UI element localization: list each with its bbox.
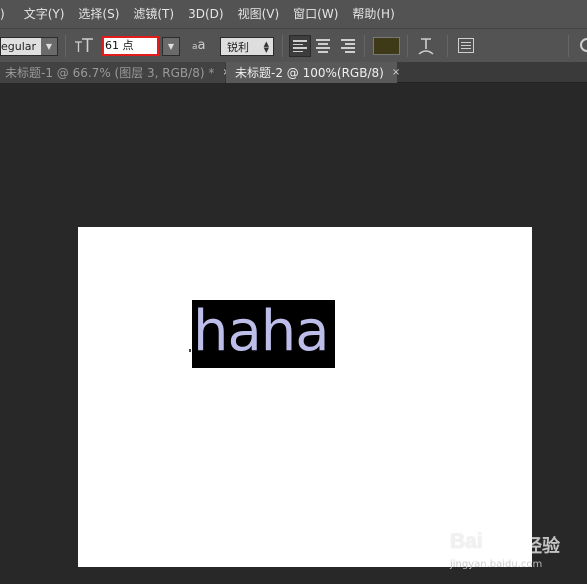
text-color-swatch[interactable] — [373, 37, 400, 55]
text-selection-highlight[interactable]: haha — [192, 299, 335, 368]
chevron-down-icon[interactable]: ▼ — [41, 38, 57, 55]
paw-logo-icon — [499, 533, 520, 552]
tab-document-2[interactable]: 未标题-2 @ 100%(RGB/8) × — [226, 62, 400, 83]
warp-text-icon[interactable] — [416, 35, 436, 57]
cancel-icon[interactable] — [580, 38, 587, 52]
document-tab-bar: 未标题-1 @ 66.7% (图层 3, RGB/8) * × 未标题-2 @ … — [0, 62, 587, 83]
antialias-value: 锐利 — [227, 40, 249, 54]
divider — [407, 35, 408, 57]
divider — [447, 35, 448, 57]
watermark-url: jingyan.baidu.com — [450, 559, 543, 570]
menu-item-view[interactable]: 视图(V) — [231, 0, 287, 28]
menu-item-window[interactable]: 窗口(W) — [286, 0, 345, 28]
text-layer-content[interactable]: haha — [192, 296, 335, 364]
font-style-dropdown[interactable]: egular ▼ — [0, 37, 58, 56]
text-insertion-point — [189, 349, 191, 352]
document-canvas[interactable] — [78, 227, 532, 567]
close-icon[interactable]: × — [392, 67, 400, 78]
antialias-dropdown[interactable]: 锐利 ▲ ▼ — [220, 37, 274, 56]
divider — [282, 35, 283, 57]
menu-item-filter[interactable]: 滤镜(T) — [126, 0, 181, 28]
menu-item-help[interactable]: 帮助(H) — [345, 0, 401, 28]
menu-item-3d[interactable]: 3D(D) — [181, 0, 230, 28]
align-center-button[interactable] — [312, 35, 334, 57]
align-left-button[interactable] — [289, 35, 311, 57]
divider — [65, 35, 66, 57]
divider — [364, 35, 365, 57]
menu-item-partial[interactable]: ) — [0, 0, 17, 28]
menu-item-select[interactable]: 选择(S) — [71, 0, 126, 28]
watermark-brand: Bai — [450, 530, 483, 553]
options-bar: egular ▼ 61 点 ▼ aa 锐利 ▲ ▼ — [0, 28, 587, 62]
font-size-input[interactable]: 61 点 — [102, 36, 159, 56]
character-panel-icon[interactable] — [458, 38, 474, 53]
antialias-icon-big: a — [197, 38, 206, 53]
menu-bar: ) 文字(Y) 选择(S) 滤镜(T) 3D(D) 视图(V) 窗口(W) 帮助… — [0, 0, 587, 28]
antialias-icon: aa — [192, 37, 212, 55]
align-right-button[interactable] — [336, 35, 358, 57]
tab-title: 未标题-2 @ 100%(RGB/8) — [235, 66, 384, 80]
font-style-value: egular — [1, 40, 37, 53]
divider — [568, 35, 569, 57]
font-size-dropdown-chevron-icon[interactable]: ▼ — [162, 37, 180, 56]
watermark-label: 经验 — [524, 536, 560, 557]
up-down-arrows-icon: ▲ ▼ — [263, 39, 269, 54]
watermark: Bai 经验 jingyan.baidu.com — [448, 526, 587, 584]
menu-item-type[interactable]: 文字(Y) — [17, 0, 72, 28]
tab-document-1[interactable]: 未标题-1 @ 66.7% (图层 3, RGB/8) * × — [0, 62, 231, 83]
tab-title: 未标题-1 @ 66.7% (图层 3, RGB/8) * — [5, 66, 215, 80]
font-size-icon — [74, 37, 94, 55]
